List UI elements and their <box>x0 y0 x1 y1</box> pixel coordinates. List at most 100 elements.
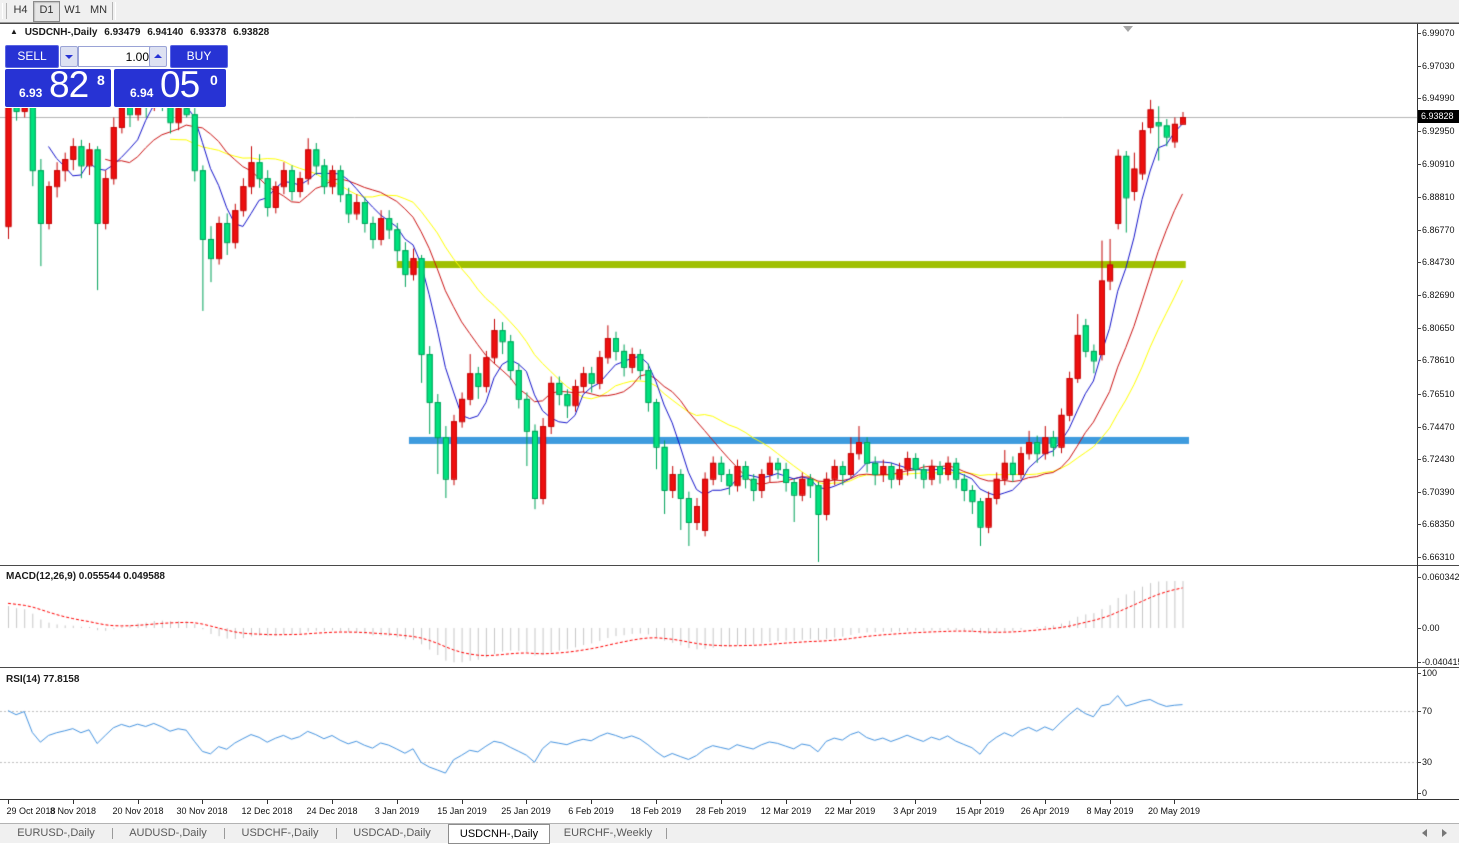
axis-tick <box>1417 328 1421 329</box>
macd-indicator-canvas[interactable] <box>0 568 1459 667</box>
date-label: 20 Nov 2018 <box>112 806 164 816</box>
chart-symbol-label: USDCNH-,Daily <box>24 27 98 38</box>
date-tick <box>721 800 722 804</box>
date-tick <box>138 800 139 804</box>
axis-label: 6.90910 <box>1422 159 1455 169</box>
axis-label: 6.78610 <box>1422 355 1455 365</box>
axis-label: 6.74470 <box>1422 422 1455 432</box>
axis-label: 6.99070 <box>1422 28 1455 38</box>
date-label: 28 Feb 2019 <box>695 806 747 816</box>
axis-tick <box>1417 459 1421 460</box>
panel-collapse-icon[interactable]: ▲ <box>10 27 18 36</box>
arrow-right-icon <box>1442 829 1447 837</box>
axis-tick <box>1417 295 1421 296</box>
sell-price-panel[interactable]: 6.93 82 8 <box>5 64 111 107</box>
timeframe-button-w1[interactable]: W1 <box>60 1 85 20</box>
ohlc-high: 6.94140 <box>147 27 184 38</box>
date-tick <box>332 800 333 804</box>
chart-shift-marker[interactable] <box>1123 26 1133 32</box>
date-tick <box>656 800 657 804</box>
date-tick <box>1174 800 1175 804</box>
tab-audusd-daily[interactable]: AUDUSD-,Daily <box>118 825 218 842</box>
axis-tick <box>1417 557 1421 558</box>
axis-tick <box>1417 98 1421 99</box>
axis-label: 6.88810 <box>1422 192 1455 202</box>
toolbar-grip[interactable] <box>2 3 7 19</box>
axis-tick <box>1417 711 1421 712</box>
axis-tick <box>1417 793 1421 794</box>
tab-eurchf-weekly[interactable]: EURCHF-,Weekly <box>556 825 660 842</box>
axis-label: 70 <box>1422 706 1433 716</box>
axis-label: 6.97030 <box>1422 61 1455 71</box>
date-tick <box>850 800 851 804</box>
axis-label: 6.82690 <box>1422 290 1455 300</box>
axis-tick <box>1417 66 1421 67</box>
axis-label: 6.92950 <box>1422 126 1455 136</box>
tab-eurusd-daily[interactable]: EURUSD-,Daily <box>6 825 106 842</box>
tab-separator <box>112 828 113 839</box>
date-label: 8 May 2019 <box>1086 806 1134 816</box>
tab-usdchf-daily[interactable]: USDCHF-,Daily <box>230 825 330 842</box>
chart-tab-bar: EURUSD-,Daily AUDUSD-,Daily USDCHF-,Dail… <box>0 823 1459 844</box>
date-label: 18 Feb 2019 <box>630 806 682 816</box>
buy-price-main: 05 <box>160 64 200 105</box>
ohlc-low: 6.93378 <box>190 27 227 38</box>
axis-tick <box>1417 492 1421 493</box>
date-label: 3 Jan 2019 <box>374 806 420 816</box>
chevron-down-icon <box>65 55 73 59</box>
tab-usdcnh-daily[interactable]: USDCNH-,Daily <box>448 824 550 844</box>
timeframe-button-d1[interactable]: D1 <box>33 1 60 22</box>
date-label: 8 Nov 2018 <box>49 806 97 816</box>
date-label: 20 May 2019 <box>1147 806 1201 816</box>
axis-tick <box>1417 628 1421 629</box>
date-tick <box>786 800 787 804</box>
date-tick <box>397 800 398 804</box>
one-click-trade-panel: SELL BUY 6.93 82 8 6.94 05 0 <box>4 42 228 108</box>
rsi-label: RSI(14) 77.8158 <box>6 674 80 685</box>
tab-scroll-left-button[interactable] <box>1422 829 1432 839</box>
axis-label: 6.66310 <box>1422 552 1455 562</box>
price-axis-border <box>1417 24 1418 799</box>
axis-tick <box>1417 673 1421 674</box>
axis-label: 6.76510 <box>1422 389 1455 399</box>
axis-tick <box>1417 394 1421 395</box>
tab-separator <box>666 828 667 839</box>
date-label: 26 Apr 2019 <box>1020 806 1070 816</box>
date-tick <box>1045 800 1046 804</box>
buy-price-panel[interactable]: 6.94 05 0 <box>114 64 226 107</box>
toolbar-separator <box>112 2 116 20</box>
macd-label: MACD(12,26,9) 0.055544 0.049588 <box>6 571 165 582</box>
current-price-label: 6.93828 <box>1418 110 1459 123</box>
date-label: 3 Apr 2019 <box>893 806 937 816</box>
date-tick <box>462 800 463 804</box>
date-tick <box>980 800 981 804</box>
date-tick <box>202 800 203 804</box>
timeframe-button-h4[interactable]: H4 <box>8 1 33 20</box>
axis-tick <box>1417 577 1421 578</box>
tab-usdcad-daily[interactable]: USDCAD-,Daily <box>342 825 442 842</box>
sell-price-main: 82 <box>49 64 89 105</box>
date-label: 25 Jan 2019 <box>501 806 551 816</box>
ohlc-close: 6.93828 <box>233 27 270 38</box>
date-axis[interactable]: 29 Oct 2018 8 Nov 2018 20 Nov 2018 30 Nov 2… <box>0 799 1459 824</box>
timeframe-button-mn[interactable]: MN <box>86 1 111 20</box>
volume-input[interactable] <box>78 46 154 67</box>
date-label: 15 Jan 2019 <box>437 806 487 816</box>
rsi-indicator-canvas[interactable] <box>0 670 1459 799</box>
date-tick <box>591 800 592 804</box>
date-label: 15 Apr 2019 <box>955 806 1005 816</box>
axis-tick <box>1417 427 1421 428</box>
axis-label: 6.84730 <box>1422 257 1455 267</box>
axis-tick <box>1417 197 1421 198</box>
axis-label: 6.80650 <box>1422 323 1455 333</box>
timeframe-toolbar: H4 D1 W1 MN <box>0 0 1459 23</box>
axis-label: -0.040415 <box>1422 657 1459 667</box>
axis-label: 6.68350 <box>1422 519 1455 529</box>
tab-scroll-right-button[interactable] <box>1442 829 1452 839</box>
axis-tick <box>1417 131 1421 132</box>
date-tick <box>1110 800 1111 804</box>
date-label: 12 Mar 2019 <box>760 806 812 816</box>
date-label: 24 Dec 2018 <box>306 806 358 816</box>
tab-separator <box>224 828 225 839</box>
date-label: 12 Dec 2018 <box>241 806 293 816</box>
